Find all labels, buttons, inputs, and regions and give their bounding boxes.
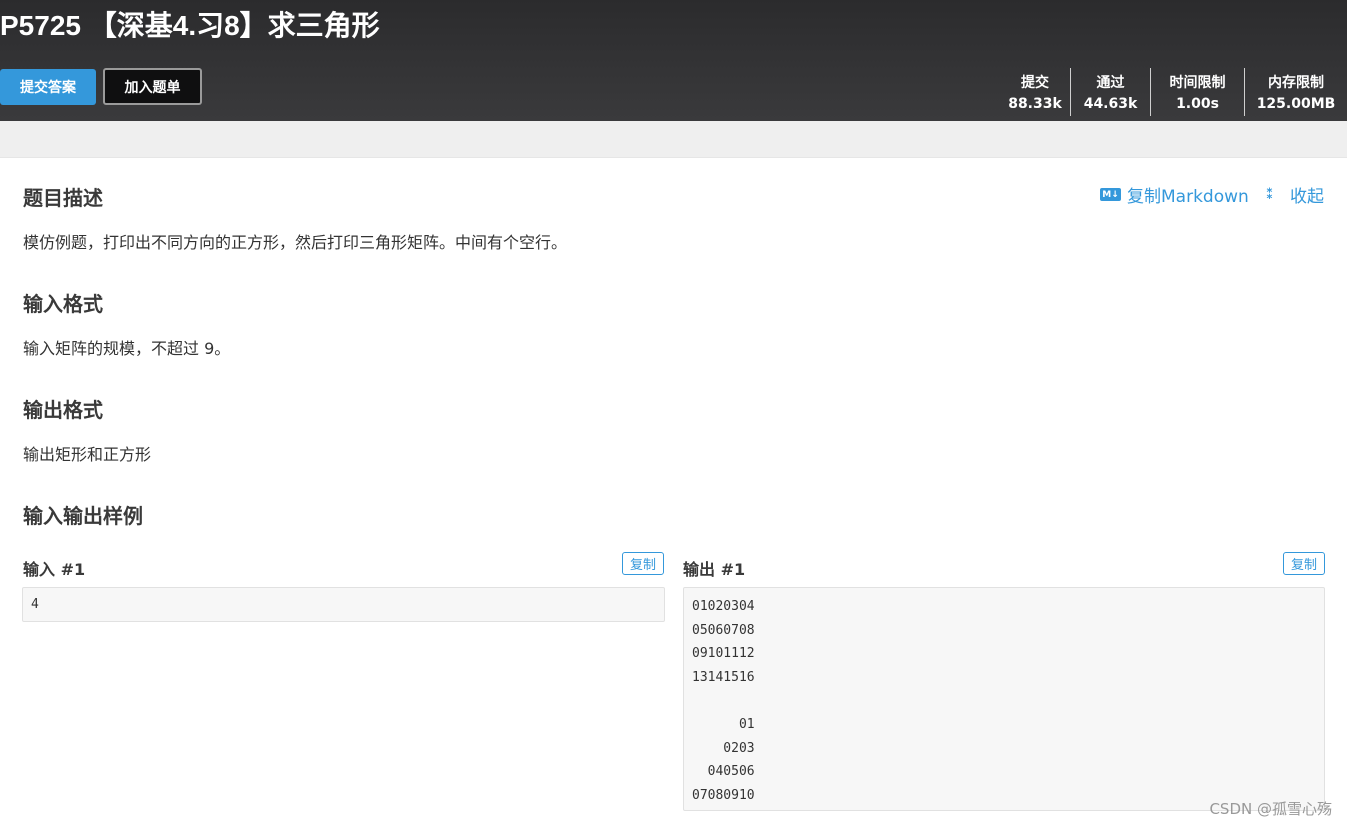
problem-header: P5725 【深基4.习8】求三角形 提交答案 加入题单 提交 88.33k 通… [0, 0, 1347, 121]
stat-label: 通过 [1096, 75, 1125, 91]
collapse-label: 收起 [1290, 187, 1324, 207]
copy-output-button[interactable]: 复制 [1283, 552, 1325, 575]
page-title: P5725 【深基4.习8】求三角形 [0, 10, 380, 41]
section-title-output-format: 输出格式 [23, 398, 103, 422]
add-to-list-button[interactable]: 加入题单 [103, 68, 202, 105]
sample-input-label: 输入 #1 [23, 560, 86, 579]
sample-output-label: 输出 #1 [683, 560, 746, 579]
stat-value: 88.33k [1008, 96, 1062, 112]
collapse-link[interactable]: ⁑ 收起 [1266, 182, 1324, 208]
sample-input-box[interactable]: 4 [22, 587, 665, 622]
section-title-description: 题目描述 [23, 186, 103, 210]
stat-submissions: 提交 88.33k [1000, 68, 1070, 116]
stat-value: 125.00MB [1256, 96, 1336, 112]
sample-output-box[interactable]: 01020304 05060708 09101112 13141516 01 0… [683, 587, 1325, 811]
stat-accepted: 通过 44.63k [1070, 68, 1150, 116]
stat-label: 时间限制 [1169, 75, 1226, 91]
stat-label: 内存限制 [1268, 75, 1324, 91]
watermark: CSDN @孤雪心殇 [1209, 800, 1332, 818]
stat-memory-limit: 内存限制 125.00MB [1244, 68, 1347, 116]
output-format-text: 输出矩形和正方形 [23, 445, 152, 464]
input-format-text: 输入矩阵的规模，不超过 9。 [23, 339, 231, 358]
problem-stats: 提交 88.33k 通过 44.63k 时间限制 1.00s 内存限制 125.… [1000, 68, 1347, 116]
copy-input-button[interactable]: 复制 [622, 552, 664, 575]
stat-label: 提交 [1021, 75, 1049, 91]
description-text: 模仿例题，打印出不同方向的正方形，然后打印三角形矩阵。中间有个空行。 [23, 233, 568, 252]
stat-time-limit: 时间限制 1.00s [1150, 68, 1244, 116]
section-title-samples: 输入输出样例 [23, 504, 143, 528]
copy-markdown-link[interactable]: M↓ 复制Markdown [1100, 182, 1249, 207]
copy-markdown-label: 复制Markdown [1127, 187, 1249, 207]
submit-answer-button[interactable]: 提交答案 [0, 69, 96, 105]
section-title-input-format: 输入格式 [23, 292, 103, 316]
markdown-icon: M↓ [1100, 188, 1121, 201]
stat-value: 44.63k [1083, 96, 1138, 112]
collapse-icon: ⁑ [1266, 186, 1273, 203]
stat-value: 1.00s [1176, 96, 1219, 112]
